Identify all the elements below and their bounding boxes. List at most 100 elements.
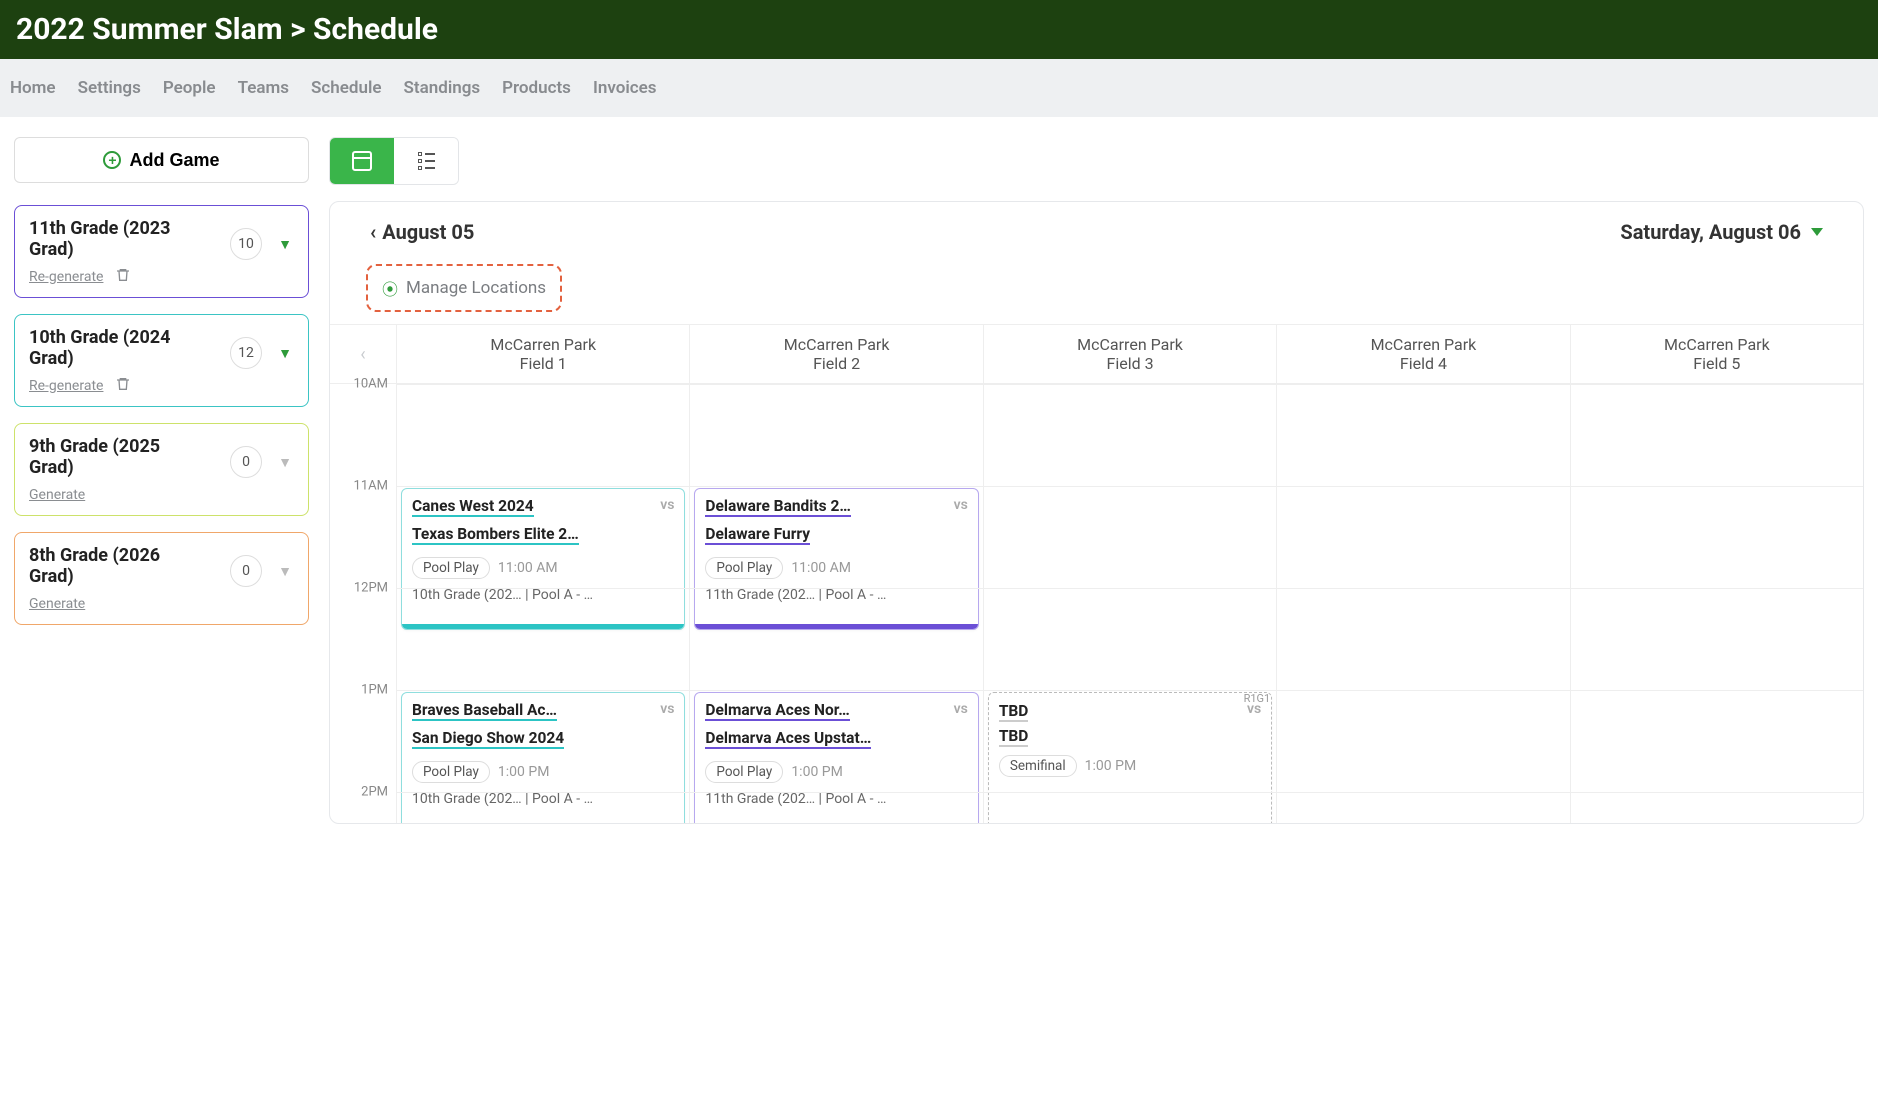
- main-nav: Home Settings People Teams Schedule Standings…: [0, 59, 1878, 117]
- event-type-pill: Pool Play: [412, 557, 490, 579]
- nav-link-home[interactable]: Home: [10, 78, 56, 98]
- schedule-lane: [1570, 384, 1863, 824]
- event-type-pill: Pool Play: [705, 761, 783, 783]
- vs-label: vs: [660, 497, 674, 513]
- event-time: 1:00 PM: [498, 764, 550, 780]
- main-content: ‹ August 05 Saturday, August 06 ⦿ Manage…: [329, 137, 1864, 824]
- event-team: Delmarva Aces Nor…: [705, 701, 849, 721]
- division-action-link[interactable]: Generate: [29, 596, 85, 612]
- division-title: 9th Grade (2025 Grad): [29, 436, 199, 478]
- add-game-button[interactable]: + Add Game: [14, 137, 309, 183]
- event-team: Texas Bombers Elite 2…: [412, 525, 579, 545]
- nav-link-settings[interactable]: Settings: [78, 78, 141, 98]
- event-time: 11:00 AM: [791, 560, 851, 576]
- chevron-down-icon[interactable]: ▼: [278, 345, 292, 362]
- event-team: TBD: [999, 727, 1029, 747]
- schedule-lane: Delaware Bandits 2… vs Delaware Furry Pool …: [689, 384, 982, 824]
- event-type-pill: Semifinal: [999, 755, 1077, 777]
- column-header: McCarren ParkField 4: [1276, 325, 1569, 383]
- list-view-button[interactable]: [394, 138, 458, 184]
- schedule-event[interactable]: R1G1TBDvsTBDSemifinal1:00 PM: [988, 692, 1272, 824]
- division-title: 8th Grade (2026 Grad): [29, 545, 199, 587]
- event-tag: R1G1: [1242, 692, 1273, 705]
- chevron-down-icon[interactable]: ▼: [278, 454, 292, 471]
- event-subtext: 11th Grade (202… | Pool A - …: [705, 791, 967, 807]
- schedule-event[interactable]: Canes West 2024 vs Texas Bombers Elite 2… P…: [401, 488, 685, 630]
- event-time: 1:00 PM: [1085, 758, 1137, 774]
- previous-date-button[interactable]: ‹ August 05: [370, 220, 474, 244]
- nav-link-invoices[interactable]: Invoices: [593, 78, 657, 98]
- column-header: McCarren ParkField 3: [983, 325, 1276, 383]
- division-action-link[interactable]: Generate: [29, 487, 85, 503]
- event-team: San Diego Show 2024: [412, 729, 564, 749]
- division-count-badge: 0: [230, 446, 262, 478]
- division-count-badge: 10: [230, 228, 262, 260]
- nav-link-people[interactable]: People: [163, 78, 216, 98]
- column-header: McCarren ParkField 1: [396, 325, 689, 383]
- division-action-link[interactable]: Re-generate: [29, 269, 103, 285]
- division-title: 11th Grade (2023 Grad): [29, 218, 199, 260]
- chevron-left-icon: ‹: [370, 220, 376, 244]
- nav-link-products[interactable]: Products: [502, 78, 571, 98]
- calendar-view-button[interactable]: [330, 138, 394, 184]
- division-card[interactable]: 10th Grade (2024 Grad) Re-generate 12 ▼: [14, 314, 309, 407]
- plus-circle-icon: +: [103, 151, 121, 169]
- vs-label: vs: [954, 497, 968, 513]
- header-bar: 2022 Summer Slam > Schedule: [0, 0, 1878, 59]
- current-date-label: Saturday, August 06: [1620, 220, 1801, 244]
- division-count-badge: 12: [230, 337, 262, 369]
- chevron-down-icon[interactable]: ▼: [278, 563, 292, 580]
- schedule-panel: ‹ August 05 Saturday, August 06 ⦿ Manage…: [329, 201, 1864, 824]
- event-time: 11:00 AM: [498, 560, 558, 576]
- nav-link-standings[interactable]: Standings: [404, 78, 481, 98]
- list-icon: [418, 152, 435, 170]
- schedule-event[interactable]: Delmarva Aces Nor… vs Delmarva Aces Upstat…: [694, 692, 978, 824]
- event-type-pill: Pool Play: [705, 557, 783, 579]
- vs-label: vs: [660, 701, 674, 717]
- event-type-pill: Pool Play: [412, 761, 490, 783]
- page-title: 2022 Summer Slam > Schedule: [16, 12, 1862, 47]
- manage-locations-label: Manage Locations: [406, 278, 546, 298]
- nav-link-schedule[interactable]: Schedule: [311, 78, 382, 98]
- event-team: TBD: [999, 702, 1029, 722]
- division-count-badge: 0: [230, 555, 262, 587]
- division-title: 10th Grade (2024 Grad): [29, 327, 199, 369]
- location-pin-icon: ⦿: [382, 276, 398, 300]
- time-label: 1PM: [361, 683, 388, 698]
- schedule-lane: R1G1TBDvsTBDSemifinal1:00 PM: [983, 384, 1276, 824]
- division-action-link[interactable]: Re-generate: [29, 378, 103, 394]
- event-team: Braves Baseball Ac…: [412, 701, 557, 721]
- calendar-icon: [352, 151, 372, 171]
- event-team: Canes West 2024: [412, 497, 534, 517]
- manage-locations-button[interactable]: ⦿ Manage Locations: [366, 264, 562, 312]
- add-game-label: Add Game: [129, 150, 219, 171]
- vs-label: vs: [954, 701, 968, 717]
- event-team: Delaware Furry: [705, 525, 810, 545]
- schedule-lane: Canes West 2024 vs Texas Bombers Elite 2… P…: [396, 384, 689, 824]
- trash-icon[interactable]: [115, 375, 131, 394]
- previous-date-label: August 05: [382, 220, 474, 244]
- time-label: 2PM: [361, 785, 388, 800]
- schedule-lane: [1276, 384, 1569, 824]
- sidebar: + Add Game 11th Grade (2023 Grad) Re-gene…: [14, 137, 309, 824]
- date-picker[interactable]: Saturday, August 06: [1620, 220, 1823, 244]
- time-label: 10AM: [354, 377, 388, 392]
- division-card[interactable]: 11th Grade (2023 Grad) Re-generate 10 ▼: [14, 205, 309, 298]
- event-team: Delaware Bandits 2…: [705, 497, 850, 517]
- scroll-columns-left[interactable]: ‹: [360, 344, 365, 365]
- chevron-down-icon[interactable]: ▼: [278, 236, 292, 253]
- event-time: 1:00 PM: [791, 764, 843, 780]
- trash-icon[interactable]: [115, 266, 131, 285]
- event-team: Delmarva Aces Upstat…: [705, 729, 871, 749]
- nav-link-teams[interactable]: Teams: [238, 78, 289, 98]
- time-label: 11AM: [354, 479, 388, 494]
- division-card[interactable]: 9th Grade (2025 Grad) Generate 0 ▼: [14, 423, 309, 516]
- chevron-down-icon: [1811, 228, 1823, 236]
- column-header: McCarren ParkField 5: [1570, 325, 1863, 383]
- column-header: McCarren ParkField 2: [689, 325, 982, 383]
- event-subtext: 10th Grade (202… | Pool A - …: [412, 587, 674, 603]
- view-toggle: [329, 137, 459, 185]
- division-card[interactable]: 8th Grade (2026 Grad) Generate 0 ▼: [14, 532, 309, 625]
- schedule-event[interactable]: Delaware Bandits 2… vs Delaware Furry Pool …: [694, 488, 978, 630]
- schedule-event[interactable]: Braves Baseball Ac… vs San Diego Show 2024…: [401, 692, 685, 824]
